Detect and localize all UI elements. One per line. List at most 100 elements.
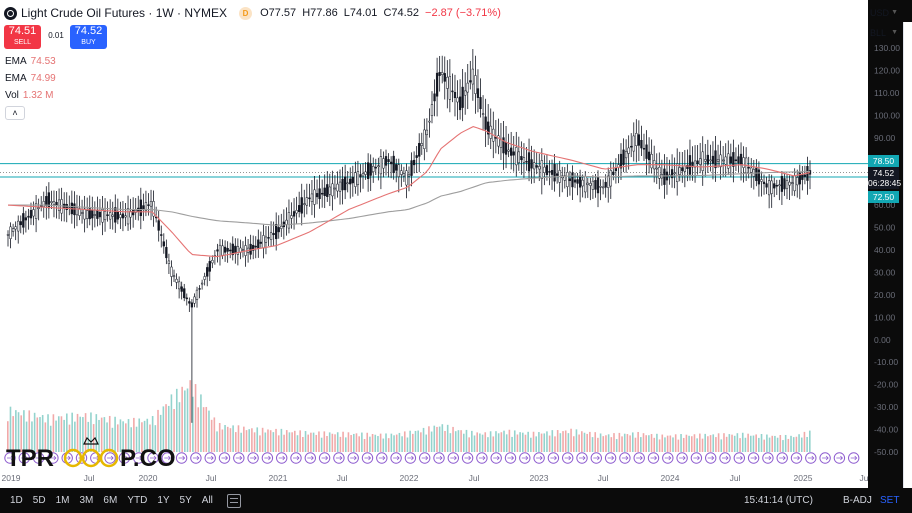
candle-body [157,220,160,231]
candle-body [550,170,554,175]
candle-body [234,245,237,254]
timeframe-all[interactable]: All [202,495,213,506]
candle-body [167,260,171,264]
b-adj-toggle[interactable]: B-ADJ [843,495,872,506]
candle-body [402,173,406,177]
candle-body [767,180,771,196]
sell-button[interactable]: 74.51 SELL [4,25,41,49]
candle-body [298,205,301,212]
y-tick-label: -20.00 [874,380,898,390]
utc-clock[interactable]: 15:41:14 (UTC) [744,495,813,506]
buy-button[interactable]: 74.52 BUY [70,25,107,49]
candle-body [262,235,265,249]
symbol-title[interactable]: Light Crude Oil Futures · 1W · NYMEX [21,6,227,20]
volume-bar [720,439,723,452]
candle-body [507,149,510,152]
candle-body [29,210,33,219]
candle-body [119,214,122,218]
y-tick-label: -40.00 [874,425,898,435]
x-tick-label: 2023 [530,473,549,483]
candle-body [484,116,487,130]
indicator-value: 74.53 [30,56,56,67]
candle-body [510,147,513,156]
candle-body [359,174,362,178]
candle-body [269,232,273,240]
timeframe-1y[interactable]: 1Y [157,495,169,506]
timeframe-6m[interactable]: 6M [103,495,117,506]
volume-bar [674,434,677,452]
currency-select[interactable]: USD ▼ [870,6,900,20]
timeframe-5d[interactable]: 5D [33,495,46,506]
timeframe-5y[interactable]: 5Y [180,495,192,506]
axis-scrollbar[interactable] [903,22,912,488]
volume-bar [516,434,519,452]
candle-body [709,159,712,162]
price-chart[interactable]: 130.00120.00110.00100.0090.0080.0070.006… [0,0,912,488]
candle-body [310,193,314,202]
volume-bar [446,424,449,452]
indicator-volume[interactable]: Vol 1.32 M [5,90,53,101]
candle-body [755,167,758,182]
data-source-badge[interactable]: D [239,6,253,20]
volume-bar [806,436,808,452]
candle-body [545,165,549,175]
volume-bar [197,407,200,452]
volume-bar [285,430,288,452]
candle-body [389,161,393,165]
timeframe-1m[interactable]: 1M [56,495,70,506]
spread-value: 0.01 [48,31,64,40]
collapse-legend-button[interactable]: ˄ [5,106,25,120]
candle-body [722,159,725,162]
ohlc-high: H77.86 [302,7,338,19]
volume-bar [452,426,454,452]
volume-bar [572,436,575,452]
volume-bar [202,407,205,452]
timeframe-ytd[interactable]: YTD [127,495,147,506]
candle-body [198,288,201,290]
volume-bar [554,436,556,452]
candle-body [504,142,508,155]
volume-bar [704,433,706,452]
indicator-ema-slow[interactable]: EMA 74.99 [5,73,56,84]
y-tick-label: 130.00 [874,43,900,53]
indicator-ema-fast[interactable]: EMA 74.53 [5,56,56,67]
candle-body [364,171,367,175]
candle-body [673,172,676,175]
calendar-range-icon[interactable] [226,493,241,508]
volume-bar [425,434,428,452]
candle-body [19,221,22,226]
unit-select[interactable]: BLL ▼ [870,26,900,40]
candle-body [584,176,587,193]
volume-bar [245,430,248,452]
candle-body [254,245,257,248]
volume-bar [690,436,693,452]
volume-bar [637,431,639,452]
volume-bar [680,434,682,452]
candle-body [392,155,395,174]
volume-bar [473,435,476,452]
volume-bar [390,433,393,452]
volume-bar [489,431,492,452]
timeframe-3m[interactable]: 3M [80,495,94,506]
candle-body [548,171,551,173]
volume-bar [521,432,524,452]
volume-bar [253,432,256,452]
volume-bar [334,434,336,452]
timeframe-1d[interactable]: 1D [10,495,23,506]
sell-label: SELL [13,39,32,46]
candle-body [425,129,429,136]
set-toggle[interactable]: SET [880,495,899,506]
volume-bar [229,428,232,452]
chart-pane[interactable]: 130.00120.00110.00100.0090.0080.0070.006… [0,0,900,488]
candle-body [676,163,679,182]
volume-bar [336,432,339,452]
y-tick-label: 10.00 [874,312,896,322]
candle-body [642,148,646,150]
volume-bar [420,432,422,452]
candle-body [331,183,334,197]
volume-bar [299,430,301,452]
volume-bar [605,435,607,452]
volume-bar [275,428,277,452]
candle-body [645,144,648,159]
volume-bar [795,436,798,452]
